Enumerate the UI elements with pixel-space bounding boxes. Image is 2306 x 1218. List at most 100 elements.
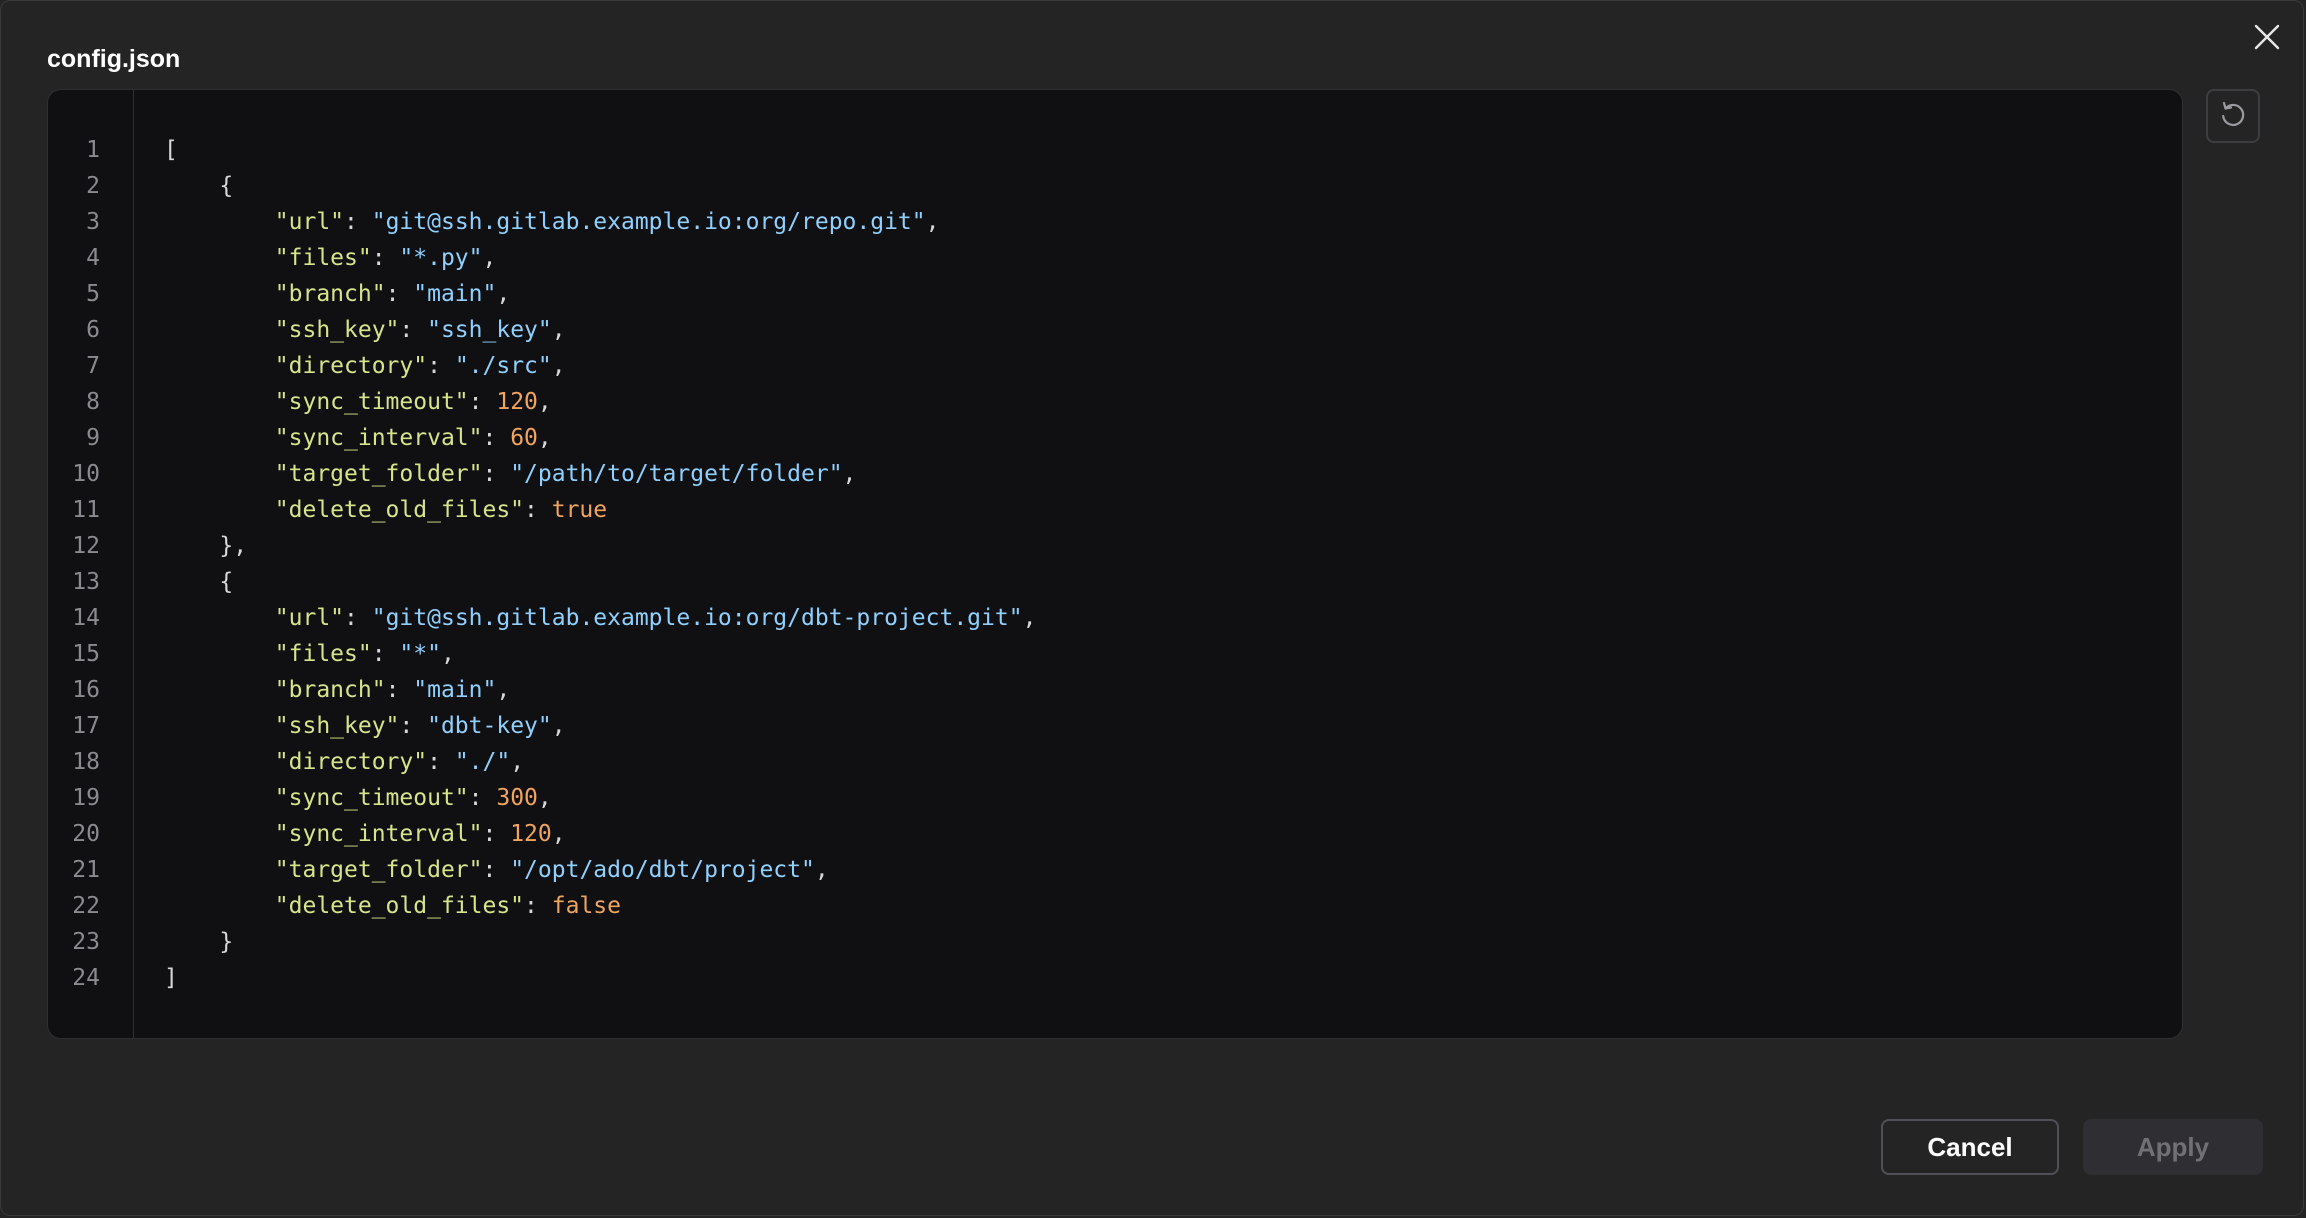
code-line[interactable]: "sync_interval": 120, [164, 816, 1036, 852]
code-line[interactable]: "target_folder": "/opt/ado/dbt/project", [164, 852, 1036, 888]
json-punctuation: { [164, 569, 234, 595]
code-line[interactable]: "directory": "./src", [164, 348, 1036, 384]
line-number: 10 [72, 461, 100, 487]
json-value: true [551, 497, 608, 523]
code-line[interactable]: "delete_old_files": true [164, 492, 1036, 528]
json-punctuation: , [551, 713, 566, 739]
json-punctuation: , [496, 281, 511, 307]
code-content[interactable]: [ { "url": "git@ssh.gitlab.example.io:or… [164, 132, 1036, 996]
json-key: "ssh_key" [274, 317, 400, 343]
json-value: 120 [510, 821, 552, 847]
json-punctuation: : [482, 425, 511, 451]
reset-icon [2217, 98, 2249, 135]
json-key: "target_folder" [274, 461, 483, 487]
json-string: "/opt/ado/dbt/project" [510, 857, 815, 883]
json-punctuation: , [925, 209, 940, 235]
json-punctuation: , [537, 389, 552, 415]
json-punctuation: : [371, 641, 400, 667]
json-string: "git@ssh.gitlab.example.io:org/repo.git" [371, 209, 926, 235]
json-punctuation: : [399, 317, 428, 343]
json-punctuation: , [496, 677, 511, 703]
json-key: "files" [274, 245, 372, 271]
json-key: "delete_old_files" [274, 497, 525, 523]
line-number: 15 [72, 641, 100, 667]
code-line[interactable]: } [164, 924, 1036, 960]
code-line[interactable]: }, [164, 528, 1036, 564]
json-punctuation [164, 893, 275, 919]
code-line[interactable]: "directory": "./", [164, 744, 1036, 780]
json-punctuation: [ [164, 137, 178, 163]
code-line[interactable]: "sync_timeout": 120, [164, 384, 1036, 420]
code-line[interactable]: "files": "*.py", [164, 240, 1036, 276]
json-punctuation: : [385, 281, 414, 307]
json-key: "files" [274, 641, 372, 667]
line-number: 6 [86, 317, 100, 343]
reset-button[interactable] [2206, 89, 2260, 143]
json-punctuation: : [482, 857, 511, 883]
json-punctuation: : [385, 677, 414, 703]
json-key: "url" [274, 209, 345, 235]
line-number: 19 [72, 785, 100, 811]
line-number: 9 [86, 425, 100, 451]
json-key: "branch" [274, 281, 386, 307]
code-line[interactable]: "sync_interval": 60, [164, 420, 1036, 456]
json-punctuation: , [537, 785, 552, 811]
close-button[interactable] [2249, 21, 2285, 57]
json-punctuation: , [551, 353, 566, 379]
code-line[interactable]: ] [164, 960, 1036, 996]
line-number: 21 [72, 857, 100, 883]
line-number: 5 [86, 281, 100, 307]
json-punctuation: , [551, 821, 566, 847]
close-icon [2253, 23, 2281, 56]
code-line[interactable]: [ [164, 132, 1036, 168]
json-punctuation: , [537, 425, 552, 451]
json-punctuation: , [842, 461, 857, 487]
json-string: "./src" [454, 353, 552, 379]
json-key: "directory" [274, 353, 428, 379]
json-punctuation: , [440, 641, 455, 667]
code-line[interactable]: "url": "git@ssh.gitlab.example.io:org/re… [164, 204, 1036, 240]
json-punctuation: : [468, 785, 497, 811]
json-punctuation: : [468, 389, 497, 415]
json-key: "target_folder" [274, 857, 483, 883]
json-punctuation: { [164, 173, 234, 199]
code-line[interactable]: "ssh_key": "dbt-key", [164, 708, 1036, 744]
config-dialog: config.json 1 2 3 4 5 6 7 8 9 10 11 12 13 14 15 16 17 18 1… [0, 0, 2304, 1216]
json-value: 120 [496, 389, 538, 415]
json-punctuation [164, 713, 275, 739]
code-line[interactable]: "target_folder": "/path/to/target/folder… [164, 456, 1036, 492]
json-punctuation [164, 461, 275, 487]
json-punctuation [164, 857, 275, 883]
json-punctuation: : [344, 605, 372, 631]
apply-button[interactable]: Apply [2083, 1119, 2263, 1175]
json-string: "ssh_key" [427, 317, 552, 343]
line-number: 14 [72, 605, 100, 631]
json-string: "/path/to/target/folder" [510, 461, 843, 487]
code-line[interactable]: "ssh_key": "ssh_key", [164, 312, 1036, 348]
json-key: "sync_interval" [274, 821, 483, 847]
code-line[interactable]: "files": "*", [164, 636, 1036, 672]
json-punctuation [164, 605, 275, 631]
json-punctuation: , [1022, 605, 1037, 631]
json-punctuation: , [551, 317, 566, 343]
json-string: "*.py" [399, 245, 483, 271]
line-number: 3 [86, 209, 100, 235]
code-line[interactable]: "url": "git@ssh.gitlab.example.io:org/db… [164, 600, 1037, 636]
json-punctuation: , [482, 245, 497, 271]
code-editor[interactable]: 1 2 3 4 5 6 7 8 9 10 11 12 13 14 15 16 17 18 19 20 21 22 23 24 … [47, 89, 2183, 1039]
code-line[interactable]: "branch": "main", [164, 276, 1036, 312]
code-line[interactable]: { [164, 564, 1036, 600]
cancel-button[interactable]: Cancel [1881, 1119, 2059, 1175]
json-string: "main" [413, 677, 497, 703]
code-line[interactable]: "branch": "main", [164, 672, 1036, 708]
line-number: 23 [72, 929, 100, 955]
line-number-gutter: 1 2 3 4 5 6 7 8 9 10 11 12 13 14 15 16 17 18 19 20 21 22 23 24 [48, 90, 134, 1038]
code-line[interactable]: { [164, 168, 1036, 204]
json-punctuation [164, 785, 275, 811]
json-punctuation: ] [164, 965, 178, 991]
code-line[interactable]: "delete_old_files": false [164, 888, 1036, 924]
code-line[interactable]: "sync_timeout": 300, [164, 780, 1036, 816]
line-number: 1 [86, 137, 100, 163]
line-number: 7 [86, 353, 100, 379]
json-punctuation [164, 353, 275, 379]
